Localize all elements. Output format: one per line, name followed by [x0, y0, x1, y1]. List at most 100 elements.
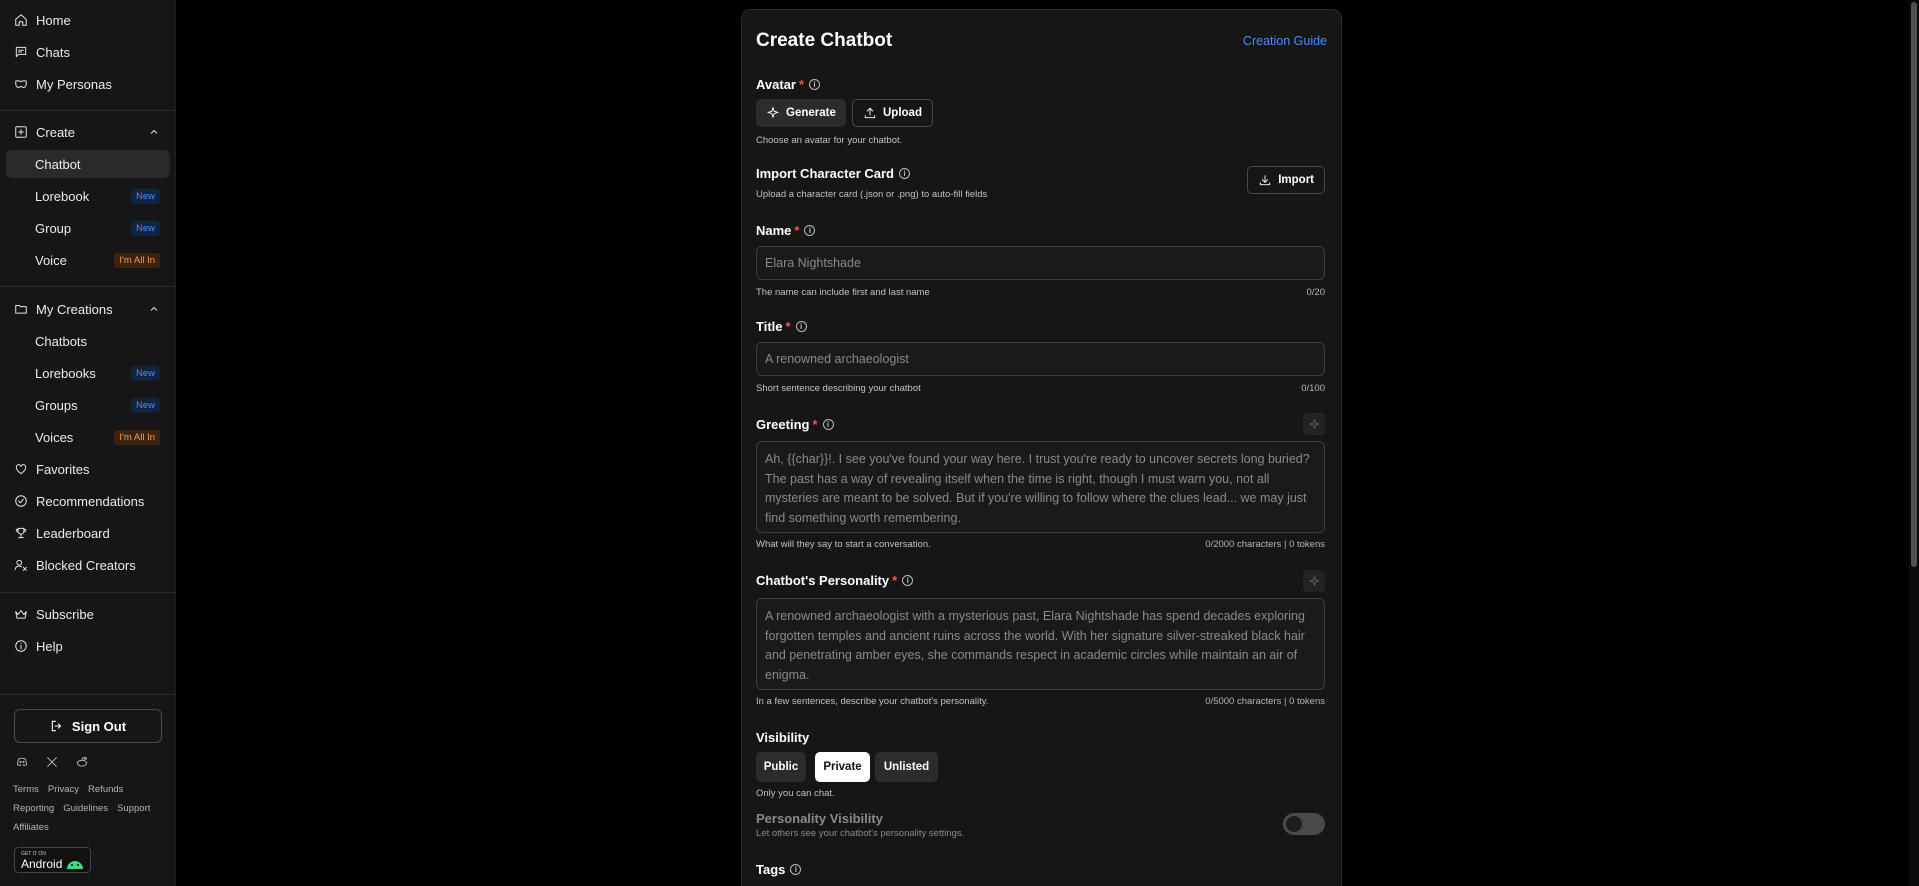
name-hint: The name can include first and last name: [756, 287, 930, 298]
generate-avatar-button[interactable]: Generate: [756, 99, 846, 127]
scrollbar-thumb[interactable]: [1911, 2, 1917, 567]
title-input[interactable]: A renowned archaeologist: [756, 342, 1325, 376]
footer-link-affiliates[interactable]: Affiliates: [13, 822, 49, 833]
greeting-textarea[interactable]: Ah, {{char}}!. I see you've found your w…: [756, 441, 1325, 533]
social-links: [14, 754, 90, 770]
sidebar-item-label: Chatbots: [35, 333, 88, 349]
reddit-icon[interactable]: [74, 754, 90, 770]
create-chatbot-form: Create Chatbot Creation Guide Avatar * i G…: [741, 9, 1342, 886]
new-badge: New: [130, 398, 160, 413]
avatar-hint: Choose an avatar for your chatbot.: [756, 135, 903, 146]
sidebar-item-lorebooks[interactable]: Lorebooks New: [6, 359, 170, 387]
sidebar-item-label: Chatbot: [35, 156, 81, 172]
info-icon[interactable]: i: [898, 168, 910, 179]
sidebar-item-label: Voices: [35, 429, 74, 445]
sidebar-item-label: Lorebooks: [35, 365, 96, 381]
nav-favorites[interactable]: Favorites: [6, 455, 170, 483]
visibility-private-button[interactable]: Private: [815, 752, 870, 782]
name-label-text: Name: [756, 223, 792, 238]
required-asterisk: *: [812, 417, 818, 432]
upload-avatar-button[interactable]: Upload: [852, 99, 933, 127]
upload-label: Upload: [883, 107, 922, 119]
personality-textarea[interactable]: A renowned archaeologist with a mysterio…: [756, 598, 1325, 690]
footer-link-terms[interactable]: Terms: [13, 784, 39, 795]
title-hint: Short sentence describing your chatbot: [756, 383, 921, 394]
divider: [0, 110, 176, 111]
sidebar-item-label: Groups: [35, 397, 78, 413]
greeting-label-text: Greeting: [756, 417, 810, 432]
nav-blocked-creators-label: Blocked Creators: [36, 557, 136, 573]
nav-my-personas[interactable]: My Personas: [6, 70, 170, 98]
magic-generate-personality-button[interactable]: [1303, 570, 1325, 592]
personality-hint: In a few sentences, describe your chatbo…: [756, 696, 989, 707]
sidebar-item-chatbots[interactable]: Chatbots: [6, 327, 170, 355]
footer-link-guidelines[interactable]: Guidelines: [63, 803, 108, 814]
required-asterisk: *: [794, 223, 800, 238]
plus-square-icon: [14, 125, 28, 139]
name-input[interactable]: Elara Nightshade: [756, 246, 1325, 280]
sidebar-item-groups[interactable]: Groups New: [6, 391, 170, 419]
creation-guide-link[interactable]: Creation Guide: [1243, 34, 1327, 48]
name-label: Name * i: [756, 223, 816, 238]
discord-icon[interactable]: [14, 754, 30, 770]
sign-out-button[interactable]: Sign Out: [14, 709, 162, 743]
greeting-char-count: 0/2000 characters | 0 tokens: [1205, 539, 1325, 550]
nav-my-creations[interactable]: My Creations: [6, 295, 170, 323]
sparkle-icon: [766, 106, 780, 119]
magic-generate-greeting-button[interactable]: [1303, 413, 1325, 435]
divider: [0, 286, 176, 287]
nav-create[interactable]: Create: [6, 118, 170, 146]
info-icon[interactable]: i: [804, 225, 816, 236]
personality-char-count: 0/5000 characters | 0 tokens: [1205, 696, 1325, 707]
info-icon[interactable]: i: [790, 864, 802, 875]
footer-link-support[interactable]: Support: [117, 803, 150, 814]
android-app-badge[interactable]: GET IT ON Android: [14, 847, 91, 873]
visibility-label: Visibility: [756, 730, 809, 745]
visibility-public-button[interactable]: Public: [756, 752, 806, 782]
visibility-label-text: Visibility: [756, 730, 810, 745]
name-char-count: 0/20: [1306, 287, 1326, 298]
mask-icon: [14, 77, 28, 91]
chevron-up-icon: [148, 303, 160, 315]
nav-recommendations[interactable]: Recommendations: [6, 487, 170, 515]
generate-label: Generate: [786, 107, 836, 119]
info-icon[interactable]: i: [795, 321, 807, 332]
footer-links-row-3: Affiliates: [13, 822, 49, 833]
divider: [0, 694, 176, 695]
nav-recommendations-label: Recommendations: [36, 493, 145, 509]
info-icon[interactable]: i: [822, 419, 834, 430]
folder-icon: [14, 302, 28, 316]
nav-leaderboard[interactable]: Leaderboard: [6, 519, 170, 547]
footer-link-privacy[interactable]: Privacy: [48, 784, 79, 795]
home-icon: [14, 13, 28, 27]
new-badge: New: [130, 189, 160, 204]
nav-subscribe[interactable]: Subscribe: [6, 600, 170, 628]
personality-visibility-toggle[interactable]: [1283, 813, 1325, 835]
nav-help[interactable]: Help: [6, 632, 170, 660]
visibility-unlisted-button[interactable]: Unlisted: [875, 752, 938, 782]
footer-link-reporting[interactable]: Reporting: [13, 803, 54, 814]
nav-chats[interactable]: Chats: [6, 38, 170, 66]
info-icon[interactable]: i: [809, 79, 821, 90]
heart-icon: [14, 462, 28, 476]
tags-label-text: Tags: [756, 862, 786, 877]
import-button[interactable]: Import: [1247, 166, 1325, 194]
nav-home-label: Home: [36, 12, 71, 28]
nav-blocked-creators[interactable]: Blocked Creators: [6, 551, 170, 579]
sidebar-item-chatbot[interactable]: Chatbot: [6, 150, 170, 178]
sparkle-icon: [1308, 574, 1320, 587]
sidebar-item-voices[interactable]: Voices I'm All In: [6, 423, 170, 451]
nav-create-label: Create: [36, 124, 76, 140]
visibility-hint: Only you can chat.: [756, 788, 835, 799]
title-char-count: 0/100: [1301, 383, 1325, 394]
required-asterisk: *: [892, 573, 898, 588]
info-icon[interactable]: i: [902, 575, 914, 586]
nav-home[interactable]: Home: [6, 6, 170, 34]
footer-link-refunds[interactable]: Refunds: [88, 784, 123, 795]
sidebar-item-group[interactable]: Group New: [6, 214, 170, 242]
page-scrollbar[interactable]: [1909, 0, 1919, 886]
sidebar-item-lorebook[interactable]: Lorebook New: [6, 182, 170, 210]
info-icon: [14, 639, 28, 653]
x-twitter-icon[interactable]: [44, 754, 60, 770]
sidebar-item-voice[interactable]: Voice I'm All In: [6, 246, 170, 274]
